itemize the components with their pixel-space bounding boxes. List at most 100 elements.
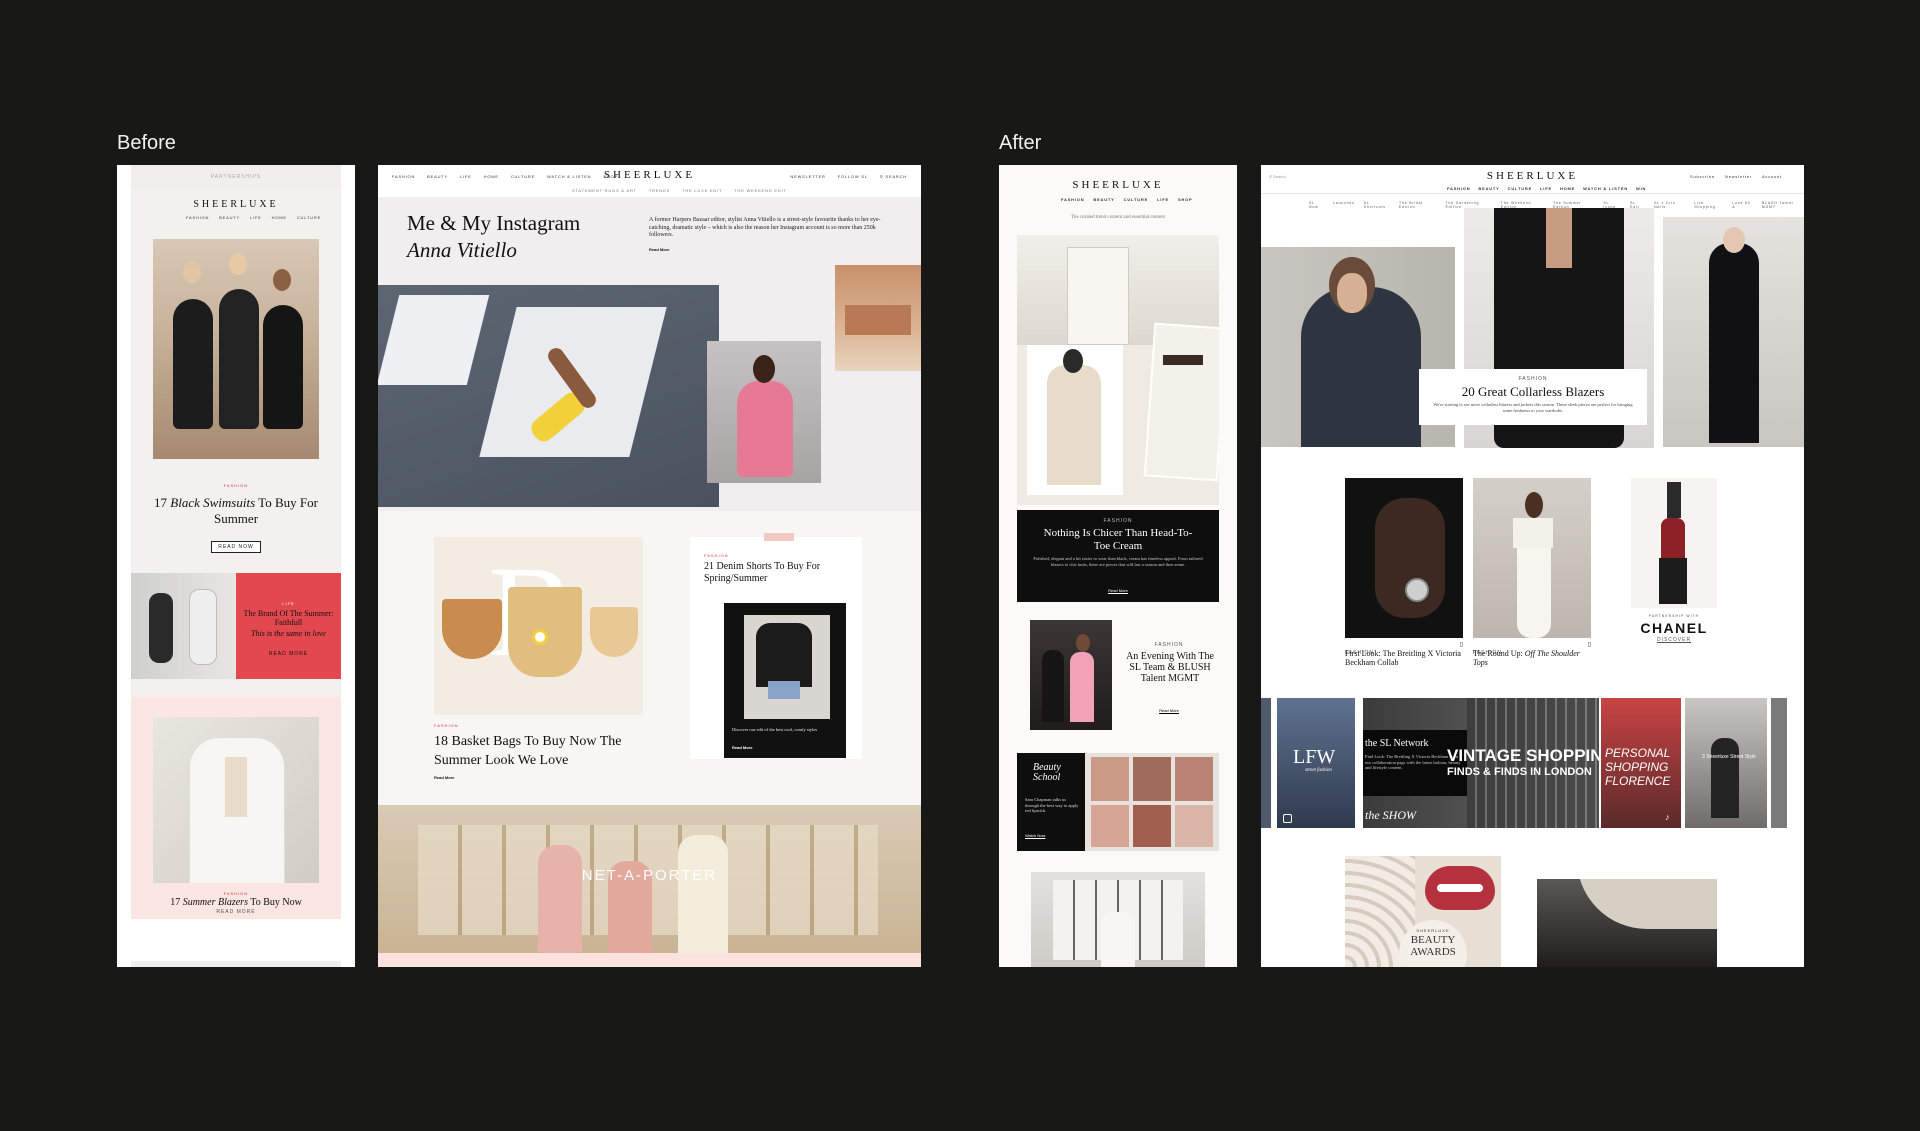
nav-item[interactable]: BEAUTY [219, 215, 240, 220]
network-tile[interactable]: the SL Network Find Look: The Breitling … [1363, 698, 1599, 828]
blazers-image[interactable] [153, 717, 319, 883]
newsletter-link[interactable]: Newsletter [1725, 174, 1752, 179]
interior-image[interactable] [1537, 879, 1717, 967]
promo-image[interactable] [131, 573, 236, 679]
blazers-title[interactable]: 17 Summer Blazers To Buy Now [141, 897, 331, 909]
card1-title[interactable]: 18 Basket Bags To Buy Now The Summer Loo… [434, 732, 644, 770]
card2-link[interactable]: Read More [732, 745, 752, 750]
chanel-link[interactable]: DISCOVER [1631, 637, 1717, 643]
chanel-logo[interactable]: CHANEL [1631, 620, 1717, 636]
subnav-item[interactable]: SL Now [1309, 201, 1324, 209]
subnav-item[interactable]: TRENDS [649, 188, 670, 193]
street-style-tile[interactable]: 3 Sheerluxe Street Style [1685, 698, 1767, 828]
breitling-image[interactable] [1345, 478, 1463, 638]
nav-item[interactable]: CULTURE [297, 215, 321, 220]
event-card[interactable]: FASHION An Evening With The SL Team & BL… [1017, 620, 1219, 736]
subnav-item[interactable]: Launches [1333, 201, 1355, 209]
nav-item[interactable]: BEAUTY [1093, 197, 1114, 202]
social-tile[interactable] [1771, 698, 1787, 828]
subnav-item[interactable]: Live Shopping [1694, 201, 1723, 209]
promo-card[interactable]: LIFE The Brand Of The Summer: Faithfull … [131, 573, 341, 679]
card1-link[interactable]: Read More [434, 775, 454, 780]
card1-title[interactable]: First Look: The Breitling X Victoria Bec… [1345, 649, 1463, 667]
search-link[interactable]: ⚲ SEARCH [880, 174, 907, 179]
off-shoulder-image[interactable] [1473, 478, 1591, 638]
vintage-heading-2: FINDS & FINDS IN LONDON [1447, 766, 1592, 778]
hero-poolside-image[interactable] [378, 285, 719, 507]
read-now-button[interactable]: READ NOW [211, 541, 261, 553]
nav-item[interactable]: HOME [272, 215, 287, 220]
nav-item[interactable]: FASHION [1061, 197, 1084, 202]
beauty-school-card[interactable]: Beauty School Sam Chapman talks us throu… [1017, 753, 1219, 851]
promo-link[interactable]: READ MORE [236, 651, 341, 657]
subnav-item[interactable]: Luxe 50 & [1732, 201, 1752, 209]
hero-read-more[interactable]: Read More [649, 247, 669, 252]
nav-item[interactable]: LIFE [1540, 186, 1552, 191]
event-link[interactable]: Read More [1119, 708, 1219, 713]
bookmark-icon[interactable]: ▯ [1588, 641, 1591, 648]
beauty-link[interactable]: Watch Now [1025, 833, 1045, 838]
basket-bags-image[interactable]: B [434, 537, 643, 715]
card2-title[interactable]: 21 Denim Shorts To Buy For Spring/Summer [704, 561, 854, 585]
beauty-awards-image[interactable]: SHEERLUXE BEAUTY AWARDS [1345, 856, 1501, 967]
studio-image[interactable] [1031, 872, 1205, 967]
blazers-link[interactable]: READ MORE [131, 909, 341, 915]
blazer-runway-image[interactable] [1663, 217, 1804, 447]
account-link[interactable]: Account [1762, 174, 1782, 179]
cream-collage-image[interactable] [1017, 235, 1219, 505]
brand-logo[interactable]: SHEERLUXE [999, 179, 1237, 191]
subnav-item[interactable]: THE LUXE EDIT [682, 188, 722, 193]
subnav-item[interactable]: SL Shortcuts [1364, 201, 1390, 209]
beauty-title[interactable]: Beauty School [1033, 763, 1073, 783]
card2-title[interactable]: The Round Up: Off The Shoulder Tops [1473, 649, 1591, 667]
subnav-item[interactable]: SL x Ciro Nails [1654, 201, 1685, 209]
subnav-item[interactable]: STATEMENT RUGS & ART [572, 188, 637, 193]
nav-item[interactable]: SHOP [1178, 197, 1193, 202]
subnav-item[interactable]: BLUSH Talent MGMT [1762, 201, 1804, 209]
nav-item[interactable]: CULTURE [1508, 186, 1532, 191]
pink-dress-image[interactable] [707, 341, 821, 483]
feature-link[interactable]: Read More [1017, 588, 1219, 593]
event-image[interactable] [1030, 620, 1112, 730]
hero-title[interactable]: 20 Great Collarless Blazers [1419, 384, 1647, 400]
hero-caption-card[interactable]: FASHION 20 Great Collarless Blazers We'r… [1419, 369, 1647, 425]
personal-shopping-tile[interactable]: PERSONAL SHOPPING FLORENCE ♪ [1601, 698, 1681, 828]
tiktok-icon[interactable]: ♪ [1665, 812, 1670, 822]
subscribe-link[interactable]: Subscribe [1690, 174, 1715, 179]
terrace-image[interactable] [835, 265, 921, 371]
nav-item[interactable]: LIFE [1157, 197, 1169, 202]
nav-item[interactable]: WIN [1636, 186, 1646, 191]
swimsuits-image[interactable] [153, 239, 319, 459]
brand-logo[interactable]: SHEERLUXE [131, 199, 341, 210]
hero-name[interactable]: Anna Vitiello [407, 238, 517, 263]
chanel-lipstick-image[interactable] [1631, 478, 1717, 608]
feature-title[interactable]: Nothing Is Chicer Than Head-To-Toe Cream [1037, 527, 1199, 553]
nav-item[interactable]: LIFE [250, 215, 262, 220]
network-title[interactable]: the SL Network [1365, 738, 1429, 749]
hero-title[interactable]: Me & My Instagram [407, 211, 580, 236]
net-a-porter-ad[interactable]: NET-A-PORTER [378, 805, 921, 953]
social-tile[interactable] [1261, 698, 1271, 828]
nav-item[interactable]: WATCH & LISTEN [1583, 186, 1628, 191]
cream-feature-panel[interactable]: FASHION Nothing Is Chicer Than Head-To-T… [1017, 510, 1219, 602]
instagram-icon[interactable] [1283, 814, 1292, 823]
blazers-card[interactable]: FASHION 17 Summer Blazers To Buy Now REA… [131, 697, 341, 919]
nav-item[interactable]: CULTURE [1124, 197, 1148, 202]
nav-item[interactable]: FASHION [186, 215, 209, 220]
ad-brand: NET-A-PORTER [581, 867, 718, 884]
subnav-item[interactable]: The Bridal Edition [1399, 201, 1436, 209]
nav-item[interactable]: BEAUTY [1478, 186, 1499, 191]
event-title[interactable]: An Evening With The SL Team & BLUSH Tale… [1125, 651, 1215, 684]
nav-item[interactable]: FASHION [1447, 186, 1470, 191]
newsletter-link[interactable]: NEWSLETTER [790, 174, 825, 179]
follow-link[interactable]: FOLLOW SL [838, 174, 868, 179]
denim-card[interactable]: FASHION 21 Denim Shorts To Buy For Sprin… [690, 533, 862, 759]
nav-item[interactable]: HOME [1560, 186, 1575, 191]
beauty-grid-image[interactable] [1085, 753, 1219, 851]
hero-title[interactable]: 17 Black Swimsuits To Buy For Summer [151, 495, 321, 527]
bookmark-icon[interactable]: ▯ [1460, 641, 1463, 648]
denim-image[interactable]: Discover our edit of the best cool, comf… [724, 603, 846, 758]
lfw-tile[interactable]: LFW street fashion [1277, 698, 1355, 828]
subnav-item[interactable]: THE WEEKEND EDIT [734, 188, 786, 193]
promo-title[interactable]: The Brand Of The Summer: Faithfull [242, 609, 335, 627]
